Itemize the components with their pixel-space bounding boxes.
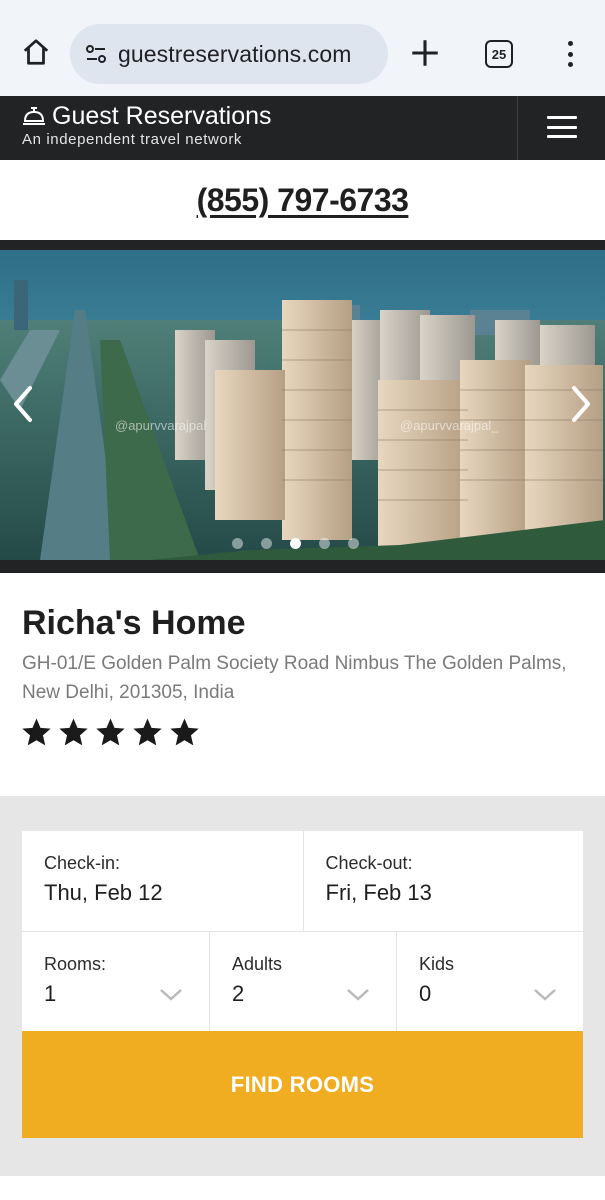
carousel-dot[interactable] bbox=[319, 538, 330, 549]
checkout-value: Fri, Feb 13 bbox=[325, 880, 432, 905]
bottom-strip bbox=[0, 1176, 605, 1200]
home-icon bbox=[23, 39, 49, 65]
new-tab-button[interactable] bbox=[408, 36, 442, 70]
brand-logo[interactable]: Guest Reservations An independent travel… bbox=[22, 102, 272, 148]
brand-tagline: An independent travel network bbox=[22, 131, 243, 148]
kids-select[interactable]: Kids 0 bbox=[395, 932, 583, 1031]
site-settings-icon[interactable] bbox=[84, 42, 108, 66]
rooms-select[interactable]: Rooms: 1 bbox=[22, 932, 209, 1031]
browser-toolbar: guestreservations.com 25 bbox=[0, 0, 605, 96]
carousel-dot[interactable] bbox=[261, 538, 272, 549]
menu-icon[interactable] bbox=[547, 116, 577, 138]
star-icon bbox=[96, 718, 125, 746]
property-name: Richa's Home bbox=[22, 604, 246, 642]
checkout-field[interactable]: Check-out: Fri, Feb 13 bbox=[302, 831, 584, 931]
photo-watermark-2: @apurvvarajpal_ bbox=[400, 418, 499, 433]
carousel-dots bbox=[232, 538, 359, 549]
photo-watermark-1: @apurvvarajpal bbox=[115, 418, 207, 433]
property-address: GH-01/E Golden Palm Society Road Nimbus … bbox=[22, 653, 567, 703]
bell-icon bbox=[23, 107, 45, 125]
arrow-left-icon[interactable] bbox=[8, 382, 38, 426]
property-photo bbox=[0, 250, 605, 560]
tab-switcher-button[interactable]: 25 bbox=[485, 40, 513, 68]
chevron-down-icon bbox=[534, 989, 556, 1001]
phone-link[interactable]: (855) 797-6733 bbox=[197, 182, 409, 219]
checkin-field[interactable]: Check-in: Thu, Feb 12 bbox=[22, 831, 303, 931]
find-rooms-button[interactable]: FIND ROOMS bbox=[22, 1031, 583, 1138]
chevron-down-icon bbox=[347, 989, 369, 1001]
star-icon bbox=[22, 718, 51, 746]
kids-label: Kids bbox=[418, 954, 454, 974]
rooms-label: Rooms: bbox=[44, 954, 107, 974]
guest-row: Rooms: 1 Adults 2 Kids 0 bbox=[22, 931, 583, 1031]
star-icon bbox=[59, 718, 88, 746]
phone-row: (855) 797-6733 bbox=[0, 160, 605, 240]
menu-divider bbox=[517, 96, 518, 160]
booking-form: Check-in: Thu, Feb 12 Check-out: Fri, Fe… bbox=[22, 831, 583, 1138]
home-button[interactable] bbox=[18, 34, 54, 70]
arrow-right-icon[interactable] bbox=[566, 382, 596, 426]
checkin-label: Check-in: bbox=[44, 853, 121, 873]
star-rating bbox=[20, 716, 201, 749]
tab-count: 25 bbox=[491, 46, 507, 62]
booking-panel: Check-in: Thu, Feb 12 Check-out: Fri, Fe… bbox=[0, 796, 605, 1176]
site-header: Guest Reservations An independent travel… bbox=[0, 96, 605, 160]
adults-label: Adults bbox=[231, 954, 283, 974]
adults-select[interactable]: Adults 2 bbox=[208, 932, 396, 1031]
date-row: Check-in: Thu, Feb 12 Check-out: Fri, Fe… bbox=[22, 831, 583, 931]
chevron-down-icon bbox=[160, 989, 182, 1001]
more-options-icon[interactable] bbox=[558, 38, 582, 70]
carousel-dot[interactable] bbox=[348, 538, 359, 549]
address-bar[interactable]: guestreservations.com bbox=[70, 24, 388, 84]
url-text: guestreservations.com bbox=[118, 40, 352, 67]
carousel-dot[interactable] bbox=[232, 538, 243, 549]
star-icon bbox=[133, 718, 162, 746]
star-icon bbox=[170, 718, 199, 746]
checkin-value: Thu, Feb 12 bbox=[44, 880, 163, 905]
new-tab-icon bbox=[412, 40, 438, 66]
photo-carousel[interactable]: @apurvvarajpal @apurvvarajpal_ bbox=[0, 240, 605, 573]
carousel-dot[interactable] bbox=[290, 538, 301, 549]
checkout-label: Check-out: bbox=[325, 853, 413, 873]
brand-title: Guest Reservations bbox=[52, 102, 272, 130]
